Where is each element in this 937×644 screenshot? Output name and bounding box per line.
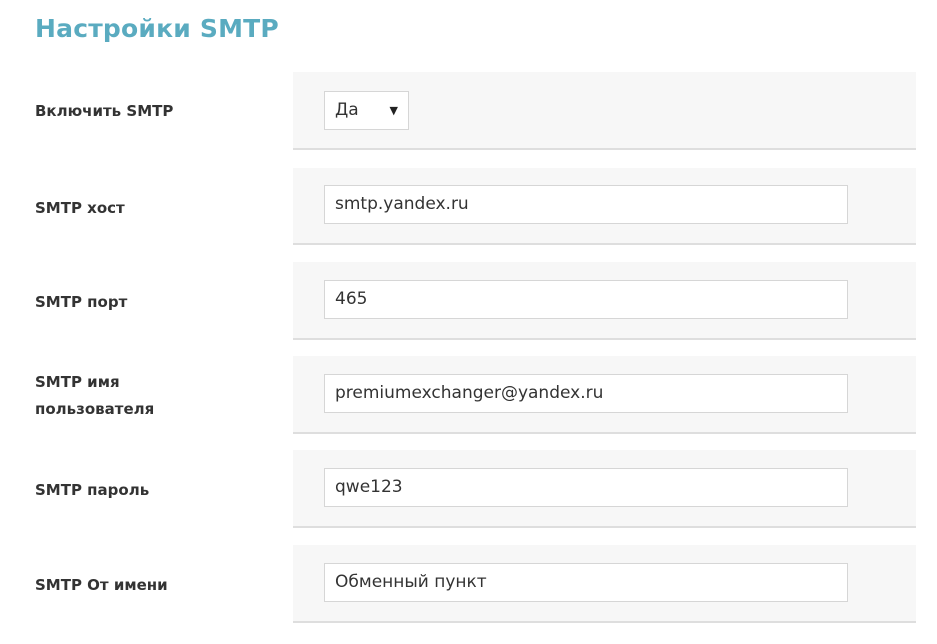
smtp-password-input[interactable]: qwe123 xyxy=(324,468,848,507)
setting-row-smtp-host: SMTP хост smtp.yandex.ru xyxy=(0,168,916,245)
setting-row-smtp-from-name: SMTP От имени Обменный пункт xyxy=(0,545,916,623)
smtp-username-field-area: premiumexchanger@yandex.ru xyxy=(293,356,916,434)
setting-row-smtp-username: SMTP имя пользователя premiumexchanger@y… xyxy=(0,356,916,434)
enable-smtp-select[interactable]: Да ▼ xyxy=(324,91,409,130)
setting-row-enable-smtp: Включить SMTP Да ▼ xyxy=(0,72,916,150)
chevron-down-icon: ▼ xyxy=(389,104,398,117)
enable-smtp-label: Включить SMTP xyxy=(35,102,174,120)
smtp-username-input[interactable]: premiumexchanger@yandex.ru xyxy=(324,374,848,413)
smtp-from-name-input[interactable]: Обменный пункт xyxy=(324,563,848,602)
smtp-username-label-line2: пользователя xyxy=(35,400,155,418)
smtp-from-name-label: SMTP От имени xyxy=(35,576,168,594)
smtp-password-field-area: qwe123 xyxy=(293,450,916,528)
smtp-port-label: SMTP порт xyxy=(35,293,128,311)
page-title: Настройки SMTP xyxy=(35,14,279,43)
setting-row-smtp-password: SMTP пароль qwe123 xyxy=(0,450,916,528)
smtp-port-input[interactable]: 465 xyxy=(324,280,848,319)
enable-smtp-select-value: Да xyxy=(335,100,359,120)
setting-row-smtp-port: SMTP порт 465 xyxy=(0,262,916,340)
smtp-port-field-area: 465 xyxy=(293,262,916,340)
smtp-host-label: SMTP хост xyxy=(35,199,125,217)
smtp-password-label: SMTP пароль xyxy=(35,481,150,499)
smtp-username-label-line1: SMTP имя xyxy=(35,373,120,391)
smtp-from-name-field-area: Обменный пункт xyxy=(293,545,916,623)
smtp-host-field-area: smtp.yandex.ru xyxy=(293,168,916,245)
smtp-username-label: SMTP имя пользователя xyxy=(35,369,275,423)
smtp-host-input[interactable]: smtp.yandex.ru xyxy=(324,185,848,224)
enable-smtp-field-area: Да ▼ xyxy=(293,72,916,150)
